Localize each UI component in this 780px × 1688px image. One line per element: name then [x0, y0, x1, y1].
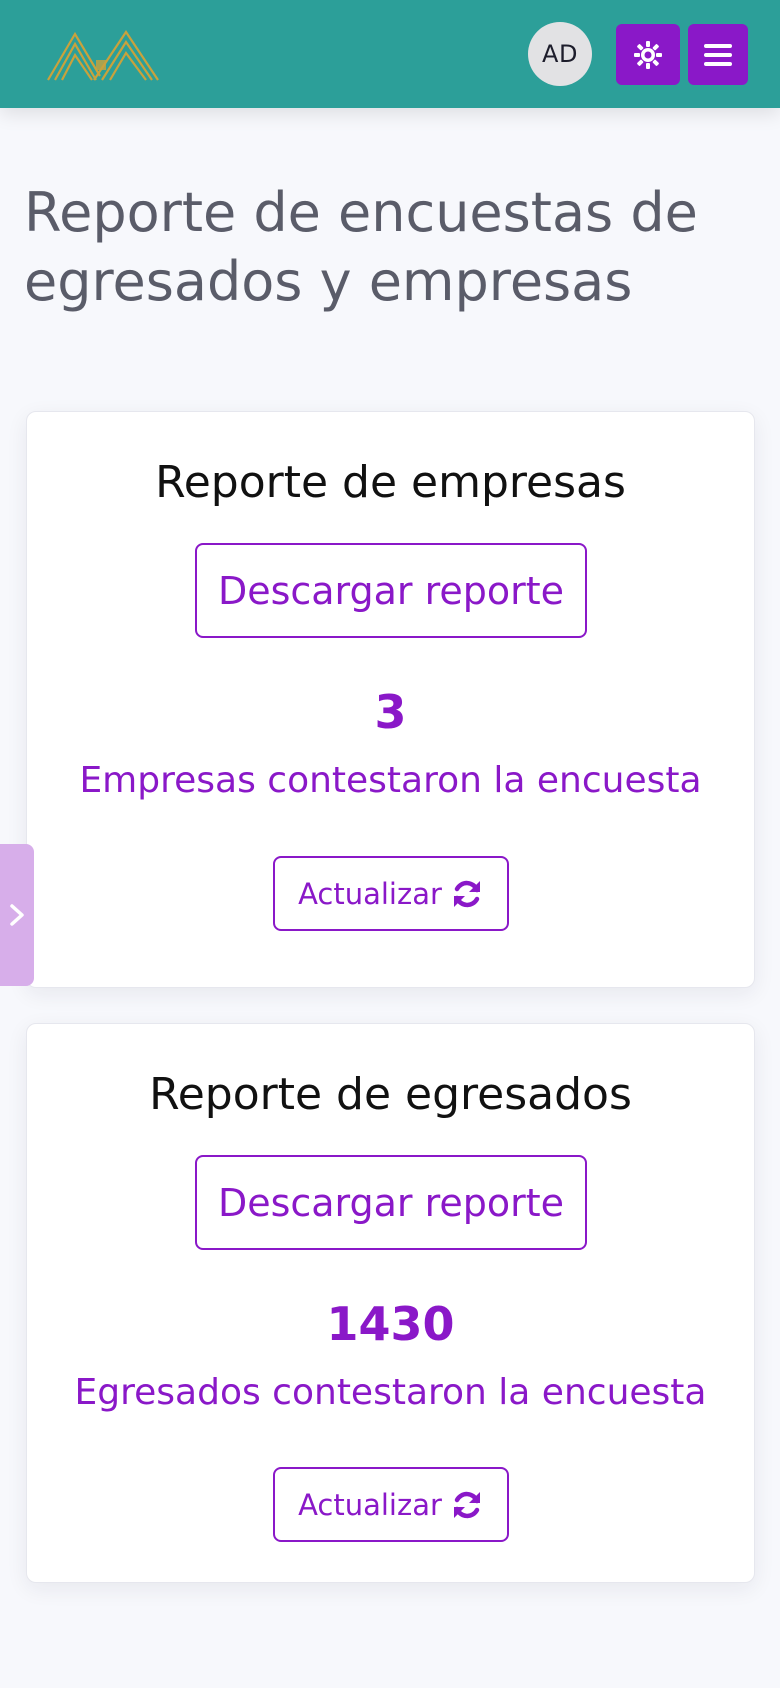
response-count-label: Empresas contestaron la encuesta — [79, 760, 702, 801]
report-card-egresados: Reporte de egresados Descargar reporte 1… — [26, 1023, 755, 1583]
response-count: 1430 — [326, 1297, 455, 1351]
sync-icon — [453, 880, 480, 907]
card-title: Reporte de egresados — [149, 1069, 632, 1120]
card-title: Reporte de empresas — [155, 457, 626, 508]
response-count-label: Egresados contestaron la encuesta — [74, 1372, 707, 1413]
refresh-label: Actualizar — [298, 1487, 442, 1522]
top-navbar: AD — [0, 0, 780, 108]
refresh-button[interactable]: Actualizar — [273, 1467, 509, 1542]
download-report-button[interactable]: Descargar reporte — [195, 1155, 587, 1250]
download-report-button[interactable]: Descargar reporte — [195, 543, 587, 638]
page-title: Reporte de encuestas de egresados y empr… — [24, 181, 698, 313]
report-card-empresas: Reporte de empresas Descargar reporte 3 … — [26, 411, 755, 988]
sync-icon — [453, 1491, 480, 1518]
refresh-button[interactable]: Actualizar — [273, 856, 509, 931]
menu-button[interactable] — [688, 24, 748, 85]
theme-toggle-button[interactable] — [616, 24, 680, 85]
response-count: 3 — [374, 685, 407, 739]
chevron-right-icon — [10, 904, 24, 926]
sidebar-toggle-button[interactable] — [0, 844, 34, 986]
hamburger-menu-icon — [704, 43, 732, 66]
refresh-label: Actualizar — [298, 876, 442, 911]
sun-gear-icon — [634, 40, 662, 69]
user-avatar[interactable]: AD — [528, 22, 592, 86]
logo-icon[interactable] — [46, 26, 160, 84]
